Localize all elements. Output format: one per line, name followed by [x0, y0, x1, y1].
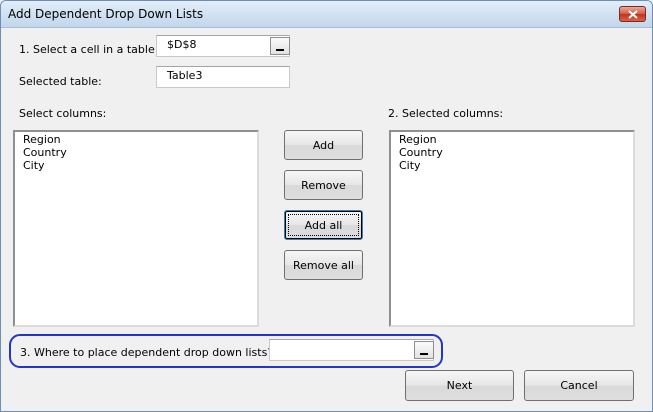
cancel-button-label: Cancel — [560, 379, 598, 392]
remove-all-button[interactable]: Remove all — [284, 250, 363, 280]
remove-button[interactable]: Remove — [284, 170, 363, 200]
cancel-button[interactable]: Cancel — [524, 370, 634, 401]
cell-reference-value: $D$8 — [167, 38, 197, 51]
list-item[interactable]: City — [23, 159, 257, 172]
add-all-button[interactable]: Add all — [284, 210, 363, 240]
list-item[interactable]: Region — [23, 133, 257, 146]
window-title: Add Dependent Drop Down Lists — [8, 7, 204, 21]
selected-table-value: Table3 — [167, 69, 203, 82]
placement-input[interactable] — [269, 339, 434, 361]
selected-columns-label: 2. Selected columns: — [388, 107, 504, 120]
select-cell-label: 1. Select a cell in a table: — [19, 43, 159, 56]
add-button[interactable]: Add — [284, 130, 363, 160]
list-item[interactable]: Country — [399, 146, 633, 159]
selected-columns-list[interactable]: Region Country City — [389, 130, 635, 327]
list-item[interactable]: Region — [399, 133, 633, 146]
collapse-icon — [420, 353, 428, 355]
dialog-window: Add Dependent Drop Down Lists 1. Select … — [0, 0, 653, 412]
available-columns-list[interactable]: Region Country City — [13, 130, 259, 327]
close-button[interactable] — [619, 6, 646, 22]
select-columns-label: Select columns: — [19, 107, 107, 120]
focus-ring — [288, 214, 359, 236]
selected-table-label: Selected table: — [19, 75, 102, 88]
next-button-label: Next — [446, 379, 473, 392]
placement-label: 3. Where to place dependent drop down li… — [20, 346, 274, 359]
remove-button-label: Remove — [301, 178, 346, 192]
placement-picker-button[interactable] — [414, 341, 434, 359]
close-icon — [628, 10, 638, 19]
selected-table-field[interactable]: Table3 — [156, 66, 290, 88]
remove-all-button-label: Remove all — [293, 258, 354, 272]
add-button-label: Add — [312, 138, 335, 152]
list-item[interactable]: Country — [23, 146, 257, 159]
collapse-icon — [276, 49, 284, 51]
title-bar: Add Dependent Drop Down Lists — [1, 1, 652, 28]
list-item[interactable]: City — [399, 159, 633, 172]
next-button[interactable]: Next — [405, 370, 514, 401]
cell-picker-button[interactable] — [270, 37, 290, 55]
